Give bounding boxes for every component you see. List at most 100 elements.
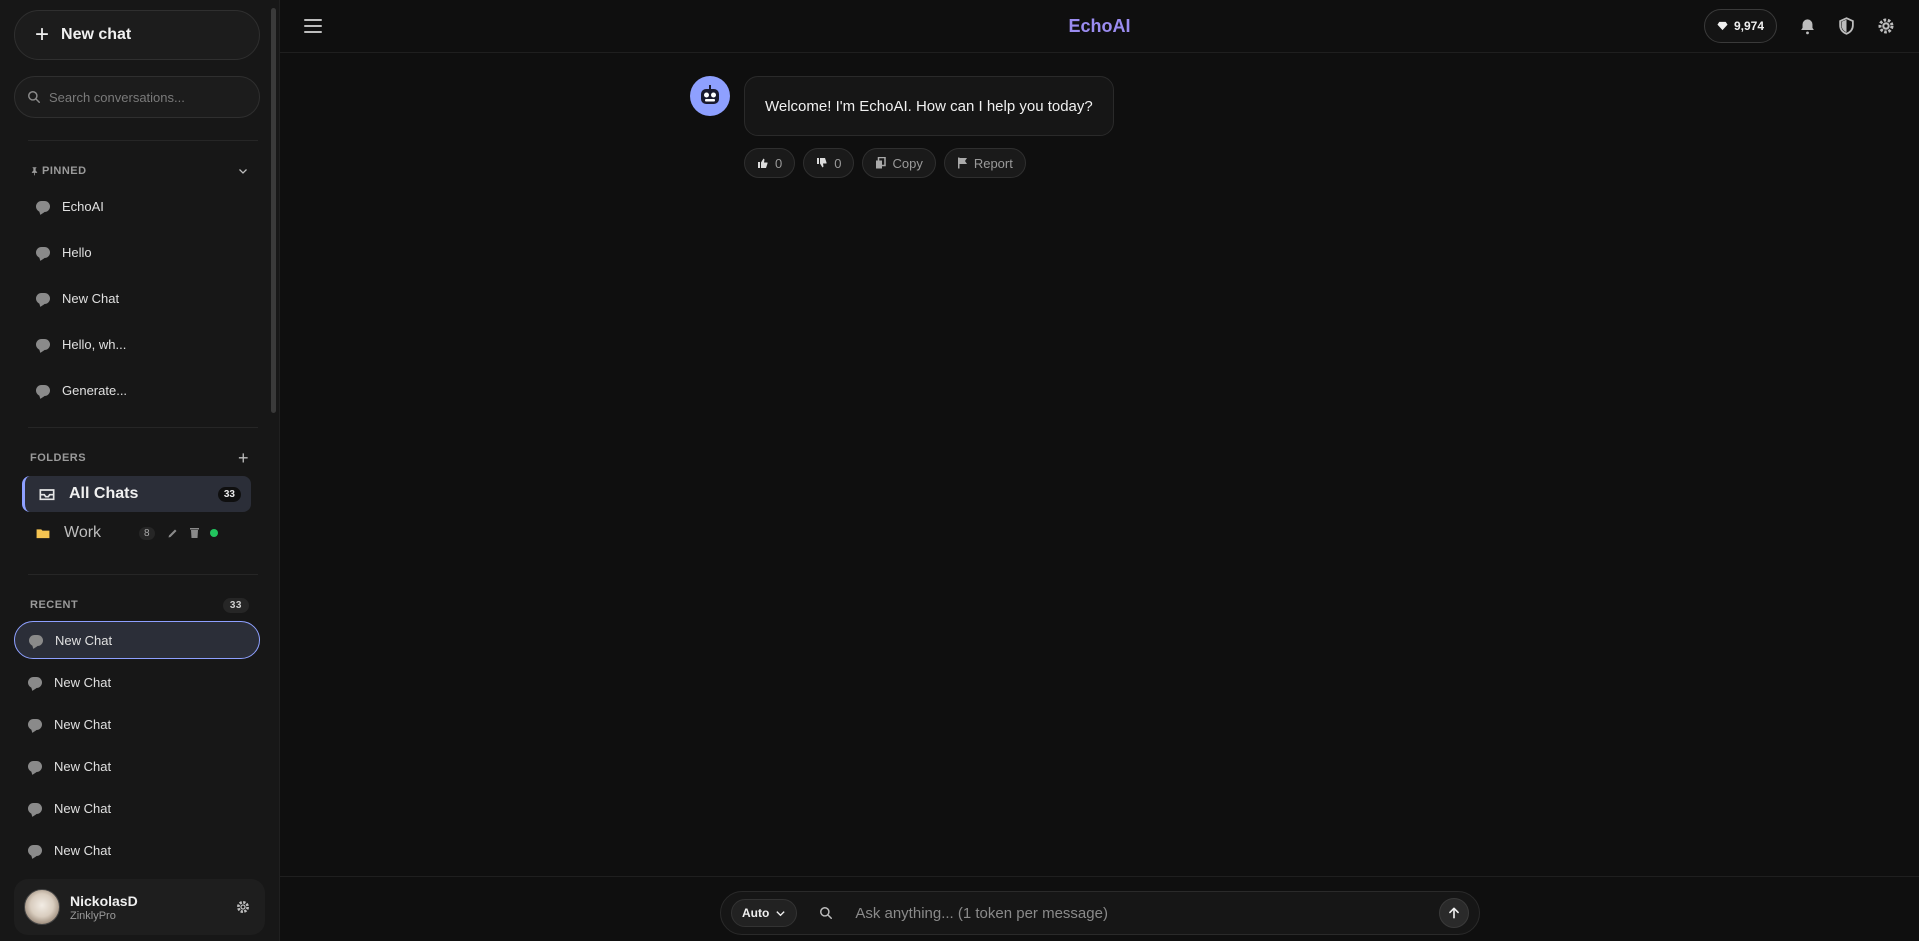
like-count: 0 <box>775 155 783 171</box>
settings-gear-icon[interactable] <box>1877 17 1895 35</box>
recent-count-badge: 33 <box>222 597 249 613</box>
trash-icon[interactable] <box>189 527 200 539</box>
folder-work[interactable]: Work 8 <box>14 512 265 554</box>
menu-icon[interactable] <box>304 19 322 33</box>
send-button[interactable] <box>1439 898 1469 928</box>
folders-header: FOLDERS + <box>14 448 265 468</box>
user-name: NickolasD <box>70 892 138 909</box>
dislike-button[interactable]: 0 <box>803 148 855 178</box>
recent-header: RECENT 33 <box>14 595 265 615</box>
dislike-count: 0 <box>834 155 842 171</box>
avatar <box>24 889 60 925</box>
report-label: Report <box>973 155 1013 171</box>
search-icon[interactable] <box>819 906 833 920</box>
page-title: EchoAI <box>1068 15 1131 36</box>
thumbs-down-icon <box>817 158 827 168</box>
chat-bubble-icon <box>28 844 42 856</box>
model-select-value: Auto <box>742 906 770 920</box>
chat-bubble-icon <box>36 246 50 258</box>
folder-all-chats[interactable]: All Chats 33 <box>22 476 251 512</box>
online-status-dot <box>209 529 218 537</box>
chat-bubble-icon <box>28 760 42 772</box>
chevron-down-icon <box>776 910 785 916</box>
gear-icon[interactable] <box>235 899 251 915</box>
recent-item[interactable]: New Chat <box>14 703 265 745</box>
pinned-heading: PINNED <box>42 165 87 177</box>
recent-item-active[interactable]: New Chat <box>14 621 260 659</box>
add-folder-icon[interactable]: + <box>238 448 249 469</box>
thumbs-up-icon <box>758 158 768 168</box>
like-button[interactable]: 0 <box>744 148 796 178</box>
chat-bubble-icon <box>36 338 50 350</box>
divider <box>280 876 1919 877</box>
sidebar-scroll-area: + New chat PINNED EchoAI Hello New Chat <box>0 0 279 879</box>
chat-bubble-icon <box>36 292 50 304</box>
pinned-item[interactable]: Hello <box>14 229 265 275</box>
pin-icon <box>31 167 38 176</box>
recent-item-label: New Chat <box>54 842 112 858</box>
chevron-down-icon[interactable] <box>237 165 249 177</box>
search-box[interactable] <box>14 76 260 118</box>
copy-icon <box>876 157 887 169</box>
message-input[interactable] <box>855 904 1429 922</box>
pinned-item-label: EchoAI <box>62 198 104 214</box>
recent-item[interactable]: New Chat <box>14 829 265 871</box>
message-bubble: Welcome! I'm EchoAI. How can I help you … <box>744 76 1114 136</box>
inbox-icon <box>39 489 55 501</box>
chat-bubble-icon <box>36 200 50 212</box>
pinned-item-label: Hello, wh... <box>62 336 127 352</box>
copy-button[interactable]: Copy <box>862 148 936 178</box>
message-actions: 0 0 Copy Report <box>744 148 1026 178</box>
edit-icon[interactable] <box>167 527 179 539</box>
pinned-item-label: Hello <box>62 244 92 260</box>
pinned-item[interactable]: New Chat <box>14 275 265 321</box>
shield-icon[interactable] <box>1838 17 1855 35</box>
pinned-item[interactable]: Hello, wh... <box>14 321 265 367</box>
pinned-item[interactable]: EchoAI <box>14 183 265 229</box>
token-balance[interactable]: 9,974 <box>1703 9 1777 43</box>
report-button[interactable]: Report <box>943 148 1026 178</box>
folder-count-badge: 8 <box>139 526 155 540</box>
recent-item-label: New Chat <box>54 674 112 690</box>
plus-icon: + <box>35 21 50 48</box>
copy-label: Copy <box>892 155 923 171</box>
recent-item[interactable]: New Chat <box>14 787 265 829</box>
search-input[interactable] <box>49 89 249 105</box>
sidebar: + New chat PINNED EchoAI Hello New Chat <box>0 0 280 941</box>
recent-item-label: New Chat <box>54 716 112 732</box>
pinned-header[interactable]: PINNED <box>14 161 265 181</box>
bell-icon[interactable] <box>1799 18 1816 35</box>
recent-item-label: New Chat <box>54 800 112 816</box>
sidebar-scrollbar[interactable] <box>271 8 276 413</box>
diamond-icon <box>1717 21 1728 31</box>
folders-heading: FOLDERS <box>30 452 87 464</box>
folder-work-label: Work <box>64 524 102 541</box>
message-composer: Auto <box>720 891 1480 935</box>
flag-icon <box>957 157 967 169</box>
pinned-item[interactable]: Generate... <box>14 367 265 413</box>
pinned-item-label: Generate... <box>62 382 128 398</box>
new-chat-button[interactable]: + New chat <box>14 10 260 60</box>
search-icon <box>28 91 40 103</box>
folder-count-badge: 33 <box>217 486 241 502</box>
chat-bubble-icon <box>29 634 43 646</box>
bot-avatar <box>690 76 730 116</box>
user-plan: ZinklyPro <box>70 909 116 922</box>
app-window: + New chat PINNED EchoAI Hello New Chat <box>0 0 1919 941</box>
recent-heading: RECENT <box>30 599 79 611</box>
assistant-message: Welcome! I'm EchoAI. How can I help you … <box>690 76 1114 136</box>
recent-item[interactable]: New Chat <box>14 661 265 703</box>
new-chat-label: New chat <box>61 26 132 43</box>
chat-bubble-icon <box>36 384 50 396</box>
chat-bubble-icon <box>28 802 42 814</box>
top-bar: EchoAI 9,974 <box>280 0 1919 53</box>
recent-item-label: New Chat <box>54 758 112 774</box>
user-profile[interactable]: NickolasD ZinklyPro <box>14 879 265 935</box>
recent-item[interactable]: New Chat <box>14 745 265 787</box>
arrow-up-icon <box>1449 907 1459 919</box>
model-select[interactable]: Auto <box>731 899 798 927</box>
folder-icon <box>36 528 50 538</box>
folder-all-chats-label: All Chats <box>69 485 139 502</box>
chat-bubble-icon <box>28 676 42 688</box>
robot-icon <box>701 85 719 104</box>
